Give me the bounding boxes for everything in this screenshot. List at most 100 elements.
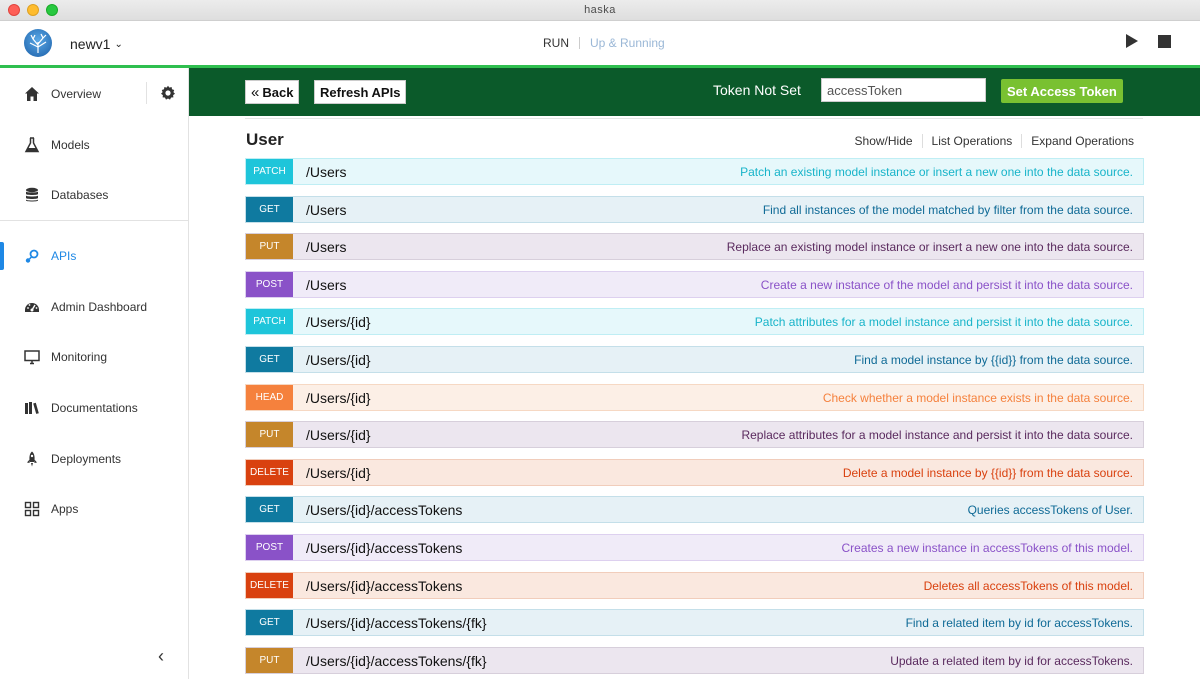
http-method-badge: PUT bbox=[246, 422, 293, 447]
operation-path[interactable]: /Users bbox=[306, 202, 346, 218]
operation-path[interactable]: /Users/{id}/accessTokens bbox=[306, 502, 462, 518]
operation-description[interactable]: Check whether a model instance exists in… bbox=[823, 391, 1133, 405]
operation-row[interactable]: PATCH/Users/{id} Patch attributes for a m… bbox=[245, 308, 1144, 335]
sidebar-item-label: Documentations bbox=[51, 401, 138, 415]
operation-row[interactable]: GET/Users/{id}/accessTokens Queries acces… bbox=[245, 496, 1144, 523]
operation-path[interactable]: /Users/{id} bbox=[306, 427, 371, 443]
main-content: « Back Refresh APIs Token Not Set Set Ac… bbox=[189, 68, 1200, 679]
double-chevron-left-icon: « bbox=[251, 83, 260, 101]
sidebar-item-admin-dashboard[interactable]: Admin Dashboard bbox=[0, 285, 188, 329]
project-name: newv1 bbox=[70, 36, 111, 52]
http-method-badge: PUT bbox=[246, 234, 293, 259]
operation-description[interactable]: Update a related item by id for accessTo… bbox=[890, 654, 1133, 668]
run-status: RUN Up & Running bbox=[543, 36, 665, 50]
operation-description[interactable]: Deletes all accessTokens of this model. bbox=[924, 579, 1133, 593]
http-method-badge: GET bbox=[246, 197, 293, 222]
sidebar-item-label: Admin Dashboard bbox=[51, 300, 148, 314]
collapse-sidebar-icon[interactable]: ‹ bbox=[158, 646, 164, 667]
sidebar-item-label: APIs bbox=[51, 249, 77, 263]
list-operations-link[interactable]: List Operations bbox=[923, 134, 1023, 148]
back-button-label: Back bbox=[262, 84, 294, 100]
operation-description[interactable]: Replace attributes for a model instance … bbox=[741, 428, 1133, 442]
operation-path[interactable]: /Users bbox=[306, 277, 346, 293]
operation-description[interactable]: Replace an existing model instance or in… bbox=[727, 240, 1133, 254]
sidebar-item-apps[interactable]: Apps bbox=[0, 487, 188, 531]
http-method-badge: PATCH bbox=[246, 309, 293, 334]
operation-path[interactable]: /Users bbox=[306, 164, 346, 180]
play-icon[interactable] bbox=[1126, 34, 1138, 48]
operation-path[interactable]: /Users/{id}/accessTokens/{fk} bbox=[306, 653, 487, 669]
refresh-apis-button[interactable]: Refresh APIs bbox=[314, 80, 407, 104]
divider bbox=[245, 118, 1143, 119]
show-hide-link[interactable]: Show/Hide bbox=[846, 134, 923, 148]
apps-grid-icon bbox=[24, 501, 40, 517]
operation-row[interactable]: PATCH/Users Patch an existing model insta… bbox=[245, 158, 1144, 185]
sidebar: Overview Models Databases APIs Admin Das… bbox=[0, 68, 189, 679]
operation-row[interactable]: DELETE/Users/{id}/accessTokens Deletes al… bbox=[245, 572, 1144, 599]
sidebar-item-documentations[interactable]: Documentations bbox=[0, 386, 188, 430]
back-button[interactable]: « Back bbox=[245, 80, 300, 104]
operation-path[interactable]: /Users/{id} bbox=[306, 352, 371, 368]
operation-description[interactable]: Create a new instance of the model and p… bbox=[761, 278, 1133, 292]
operation-description[interactable]: Creates a new instance in accessTokens o… bbox=[842, 541, 1133, 555]
sidebar-divider bbox=[0, 220, 188, 221]
http-method-badge: DELETE bbox=[246, 460, 293, 485]
access-token-input[interactable] bbox=[821, 78, 986, 102]
section-actions: Show/Hide List Operations Expand Operati… bbox=[846, 134, 1134, 148]
operation-row[interactable]: PUT/Users Replace an existing model insta… bbox=[245, 233, 1144, 260]
api-toolbar: « Back Refresh APIs Token Not Set Set Ac… bbox=[189, 68, 1200, 116]
window-titlebar: haska bbox=[0, 0, 1200, 21]
operation-path[interactable]: /Users bbox=[306, 239, 346, 255]
sidebar-item-label: Models bbox=[51, 138, 90, 152]
http-method-badge: PUT bbox=[246, 648, 293, 673]
operation-path[interactable]: /Users/{id}/accessTokens bbox=[306, 578, 462, 594]
app-header: newv1 ⌄ RUN Up & Running bbox=[0, 21, 1200, 65]
sidebar-item-deployments[interactable]: Deployments bbox=[0, 437, 188, 481]
database-icon bbox=[24, 187, 40, 203]
resource-title[interactable]: User bbox=[246, 130, 284, 150]
project-selector[interactable]: newv1 ⌄ bbox=[70, 36, 123, 52]
operation-description[interactable]: Find all instances of the model matched … bbox=[763, 203, 1133, 217]
http-method-badge: HEAD bbox=[246, 385, 293, 410]
settings-button[interactable] bbox=[146, 82, 188, 104]
operation-row[interactable]: GET/Users Find all instances of the model… bbox=[245, 196, 1144, 223]
operation-description[interactable]: Find a model instance by {{id}} from the… bbox=[854, 353, 1133, 367]
operation-description[interactable]: Patch an existing model instance or inse… bbox=[740, 165, 1133, 179]
http-method-badge: PATCH bbox=[246, 159, 293, 184]
sidebar-item-label: Databases bbox=[51, 188, 109, 202]
operation-path[interactable]: /Users/{id}/accessTokens/{fk} bbox=[306, 615, 487, 631]
http-method-badge: GET bbox=[246, 347, 293, 372]
operation-description[interactable]: Patch attributes for a model instance an… bbox=[755, 315, 1133, 329]
sidebar-item-overview[interactable]: Overview bbox=[0, 72, 188, 116]
operation-description[interactable]: Delete a model instance by {{id}} from t… bbox=[843, 466, 1133, 480]
sidebar-item-monitoring[interactable]: Monitoring bbox=[0, 335, 188, 379]
operation-path[interactable]: /Users/{id} bbox=[306, 465, 371, 481]
sidebar-item-apis[interactable]: APIs bbox=[0, 234, 188, 278]
app-logo[interactable] bbox=[24, 29, 52, 57]
operation-row[interactable]: GET/Users/{id}/accessTokens/{fk} Find a r… bbox=[245, 609, 1144, 636]
operation-row[interactable]: PUT/Users/{id}/accessTokens/{fk} Update a… bbox=[245, 647, 1144, 674]
flask-icon bbox=[24, 137, 40, 153]
operation-path[interactable]: /Users/{id} bbox=[306, 390, 371, 406]
run-status-text: Up & Running bbox=[590, 36, 665, 50]
books-icon bbox=[24, 400, 40, 416]
operation-row[interactable]: POST/Users/{id}/accessTokens Creates a ne… bbox=[245, 534, 1144, 561]
operation-path[interactable]: /Users/{id}/accessTokens bbox=[306, 540, 462, 556]
sidebar-item-label: Monitoring bbox=[51, 350, 108, 364]
operation-row[interactable]: PUT/Users/{id} Replace attributes for a m… bbox=[245, 421, 1144, 448]
operation-row[interactable]: GET/Users/{id} Find a model instance by {… bbox=[245, 346, 1144, 373]
home-icon bbox=[24, 86, 40, 102]
operation-row[interactable]: HEAD/Users/{id} Check whether a model ins… bbox=[245, 384, 1144, 411]
sidebar-item-models[interactable]: Models bbox=[0, 123, 188, 167]
http-method-badge: GET bbox=[246, 497, 293, 522]
operation-row[interactable]: POST/Users Create a new instance of the m… bbox=[245, 271, 1144, 298]
sidebar-item-databases[interactable]: Databases bbox=[0, 173, 188, 217]
operation-description[interactable]: Queries accessTokens of User. bbox=[968, 503, 1133, 517]
expand-operations-link[interactable]: Expand Operations bbox=[1022, 134, 1134, 148]
operation-path[interactable]: /Users/{id} bbox=[306, 314, 371, 330]
active-indicator bbox=[0, 242, 4, 270]
stop-icon[interactable] bbox=[1158, 35, 1171, 48]
operation-description[interactable]: Find a related item by id for accessToke… bbox=[906, 616, 1133, 630]
operation-row[interactable]: DELETE/Users/{id} Delete a model instance… bbox=[245, 459, 1144, 486]
set-access-token-button[interactable]: Set Access Token bbox=[1001, 79, 1123, 103]
